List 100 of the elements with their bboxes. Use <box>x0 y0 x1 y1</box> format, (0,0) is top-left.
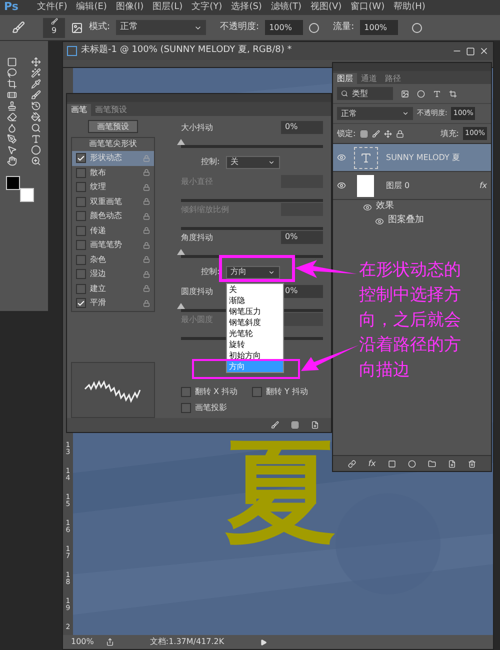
menu-option[interactable]: 初始方向 <box>227 350 283 361</box>
lock-icon[interactable] <box>143 242 150 249</box>
background-swatch[interactable] <box>20 188 34 202</box>
lock-icon[interactable] <box>143 300 150 307</box>
brush-preset-button[interactable]: 画笔预设 <box>88 120 138 133</box>
checkbox[interactable] <box>76 226 86 236</box>
panel-tab[interactable]: 图层 <box>333 73 357 84</box>
app-logo[interactable]: Ps <box>4 0 28 16</box>
menu-option[interactable]: 旋转 <box>227 339 283 350</box>
lock-pixels-icon[interactable] <box>360 130 368 138</box>
visibility-icon[interactable] <box>337 153 346 162</box>
pen-icon[interactable] <box>7 134 17 144</box>
brush-option[interactable]: 平滑 <box>72 296 154 310</box>
trash-icon[interactable] <box>468 460 476 468</box>
menu-item[interactable]: 选择(S) <box>231 0 262 14</box>
brush-icon[interactable] <box>31 90 41 100</box>
menu-item[interactable]: 图像(I) <box>116 0 144 14</box>
link-icon[interactable] <box>348 460 356 468</box>
move-icon[interactable] <box>31 57 41 67</box>
folder-icon[interactable] <box>428 460 436 468</box>
adjustment-icon[interactable] <box>408 460 416 468</box>
menu-item[interactable]: 视图(V) <box>310 0 342 14</box>
menu-item[interactable]: 帮助(H) <box>394 0 426 14</box>
checkbox[interactable] <box>76 269 86 280</box>
lock-icon[interactable] <box>143 198 150 206</box>
new-layer-icon[interactable] <box>448 460 456 468</box>
wand-icon[interactable] <box>31 68 41 78</box>
brush-option[interactable]: 双重画笔 <box>72 194 154 209</box>
foreground-swatch[interactable] <box>6 176 20 190</box>
slider-thumb[interactable] <box>177 249 185 255</box>
value-field[interactable]: 0% <box>281 121 323 134</box>
bucket-icon[interactable] <box>31 112 41 122</box>
brush-size-picker[interactable]: 9 <box>43 18 65 38</box>
zoom-icon[interactable] <box>31 156 41 166</box>
lock-icon[interactable] <box>143 184 150 191</box>
checkbox[interactable] <box>76 240 86 250</box>
layer-row[interactable]: 图层 0 fx <box>333 172 491 200</box>
history-icon[interactable] <box>31 101 41 111</box>
lock-icon[interactable] <box>143 169 150 176</box>
menu-item[interactable]: 编辑(E) <box>76 0 107 14</box>
pressure-icon[interactable] <box>309 22 320 32</box>
panel-toggle-icon[interactable] <box>71 22 83 34</box>
image-filter-icon[interactable] <box>401 90 409 98</box>
bandage-icon[interactable] <box>7 90 17 100</box>
checkbox[interactable] <box>76 254 86 265</box>
value-field[interactable]: 0% <box>281 231 323 244</box>
lock-icon[interactable] <box>143 285 150 292</box>
slider-thumb[interactable] <box>177 139 185 145</box>
checkbox[interactable] <box>76 284 86 294</box>
flow-field[interactable]: 100% <box>360 20 398 35</box>
menu-option[interactable]: 钢笔斜度 <box>227 317 283 328</box>
lock-icon[interactable] <box>143 227 150 234</box>
menu-option[interactable]: 钢笔压力 <box>227 306 283 317</box>
brush-option[interactable]: 湿边 <box>72 267 154 282</box>
brush-icon[interactable] <box>12 21 25 34</box>
restore-icon[interactable] <box>466 46 475 56</box>
panel-tab[interactable]: 通道 <box>357 73 381 84</box>
mode-select[interactable]: 正常 <box>116 20 206 35</box>
ellipse-icon[interactable] <box>31 145 41 155</box>
effect-item[interactable]: 效果 <box>376 200 394 214</box>
search-icon[interactable] <box>31 123 41 133</box>
checkbox[interactable] <box>181 387 191 397</box>
play-icon[interactable] <box>260 638 268 646</box>
grid-icon[interactable] <box>291 421 299 429</box>
lasso-icon[interactable] <box>7 68 17 78</box>
checkbox[interactable] <box>76 168 86 178</box>
fx-icon[interactable]: fx <box>368 458 376 470</box>
type-filter-icon[interactable] <box>433 90 441 98</box>
filter-select[interactable]: 类型 <box>337 87 393 100</box>
lock-icon[interactable] <box>396 130 404 138</box>
type-icon[interactable] <box>31 134 41 144</box>
slider-thumb[interactable] <box>177 303 185 309</box>
menu-item[interactable]: 文字(Y) <box>192 0 222 14</box>
marquee-icon[interactable] <box>7 57 17 67</box>
value-field[interactable]: 0% <box>281 285 323 298</box>
pointer-icon[interactable] <box>7 145 17 155</box>
brush-option[interactable]: 杂色 <box>72 252 154 267</box>
eyedropper-icon[interactable] <box>31 79 41 89</box>
mask-icon[interactable] <box>388 460 396 468</box>
control-select[interactable]: 方向 <box>226 266 280 278</box>
checkbox[interactable] <box>76 211 86 222</box>
checkbox[interactable] <box>252 387 262 397</box>
menu-option[interactable]: 关 <box>227 284 283 295</box>
visibility-icon[interactable] <box>375 216 384 226</box>
lock-icon[interactable] <box>143 256 150 264</box>
panel-tab[interactable]: 画笔预设 <box>91 104 131 116</box>
brush-option[interactable]: 纹理 <box>72 180 154 194</box>
checkbox[interactable] <box>76 298 86 308</box>
lock-position-icon[interactable] <box>384 130 392 138</box>
brush-option[interactable]: 传递 <box>72 224 154 238</box>
hand-icon[interactable] <box>7 156 17 166</box>
stamp-icon[interactable] <box>7 101 17 111</box>
panel-tab[interactable]: 路径 <box>381 73 405 84</box>
export-icon[interactable] <box>106 638 114 646</box>
eraser-icon[interactable] <box>7 112 17 122</box>
brush-option[interactable]: 散布 <box>72 166 154 180</box>
checkbox[interactable] <box>181 403 191 413</box>
crop-icon[interactable] <box>7 79 17 89</box>
checkbox[interactable] <box>76 182 86 192</box>
layer-name[interactable]: 图层 0 <box>386 180 472 192</box>
